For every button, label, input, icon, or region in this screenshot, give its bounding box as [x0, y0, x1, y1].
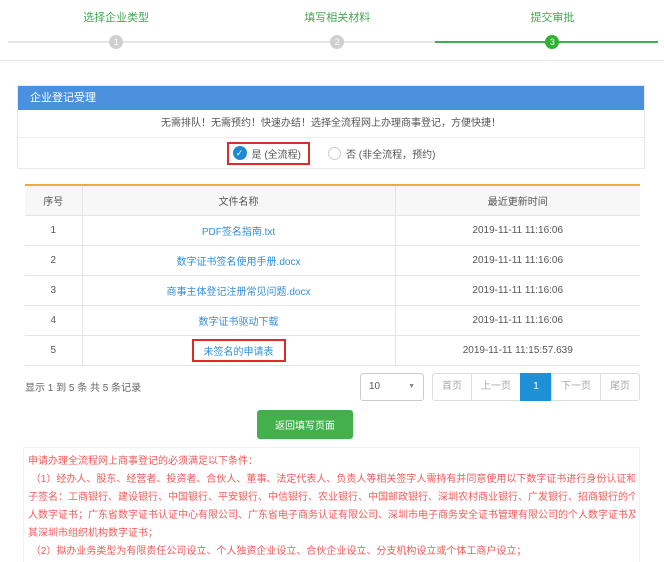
page: 选择企业类型 填写相关材料 提交审批 1 2 3 企业登记受理 无需排队！无需预…: [0, 0, 664, 562]
page-number-button[interactable]: 1: [520, 373, 552, 401]
cell-updated-time: 2019-11-11 11:16:06: [395, 245, 640, 275]
radio-unchecked-icon: [328, 147, 341, 160]
file-link[interactable]: 商事主体登记注册常见问题.docx: [167, 287, 311, 298]
cell-filename: 商事主体登记注册常见问题.docx: [82, 275, 395, 305]
cell-filename: 未签名的申请表: [82, 335, 395, 365]
cell-index: 3: [25, 275, 82, 305]
step-circle-2: 2: [330, 35, 344, 49]
table-row: 3 商事主体登记注册常见问题.docx 2019-11-11 11:16:06: [25, 275, 640, 305]
file-link[interactable]: PDF签名指南.txt: [202, 227, 275, 238]
button-row: 返回填写页面: [0, 410, 664, 439]
pagination-button[interactable]: 上一页: [471, 373, 521, 401]
cell-index: 1: [25, 215, 82, 245]
pagination-button[interactable]: 尾页: [600, 373, 640, 401]
back-to-fill-page-button[interactable]: 返回填写页面: [257, 410, 353, 439]
cell-index: 5: [25, 335, 82, 365]
file-link[interactable]: 数字证书驱动下载: [199, 317, 279, 328]
table-header-row: 序号 文件名称 最近更新时间: [25, 185, 640, 215]
cell-updated-time: 2019-11-11 11:16:06: [395, 305, 640, 335]
file-link[interactable]: 未签名的申请表: [192, 339, 286, 362]
col-header-index: 序号: [25, 185, 82, 215]
requirement-line: （1）经办人、股东、经营者、投资者、合伙人、董事、法定代表人、负责人等相关签字人…: [28, 471, 635, 489]
table-row: 4 数字证书驱动下载 2019-11-11 11:16:06: [25, 305, 640, 335]
table-row: 5 未签名的申请表 2019-11-11 11:15:57.639: [25, 335, 640, 365]
radio-not-full-process[interactable]: 否 (非全流程，预约): [328, 146, 435, 161]
col-header-updated: 最近更新时间: [395, 185, 640, 215]
table-row: 2 数字证书签名使用手册.docx 2019-11-11 11:16:06: [25, 245, 640, 275]
col-header-filename: 文件名称: [82, 185, 395, 215]
radio-full-process[interactable]: ✓ 是 (全流程): [227, 142, 310, 165]
radio-full-process-label: 是 (全流程): [252, 146, 301, 161]
panel-notice-text: 无需排队！无需预约！快速办结！选择全流程网上办理商事登记，方便快捷！: [18, 110, 644, 138]
divider: [0, 60, 664, 61]
requirement-line: 子签名：工商银行、建设银行、中国银行、平安银行、中信银行、农业银行、中国邮政银行…: [28, 489, 635, 507]
cell-index: 4: [25, 305, 82, 335]
step-circle-1: 1: [109, 35, 123, 49]
requirement-line: （2）拟办业务类型为有限责任公司设立、个人独资企业设立、合伙企业设立、分支机构设…: [28, 543, 635, 561]
pagination-button[interactable]: 首页: [432, 373, 472, 401]
requirement-line: 人数字证书；广东省数字证书认证中心有限公司、广东省电子商务认证有限公司、深圳市电…: [28, 507, 635, 525]
requirement-line: 申请办理全流程网上商事登记的必须满足以下条件：: [28, 453, 635, 471]
pagination-buttons: 首页上一页1下一页尾页: [432, 373, 640, 401]
pagination-button[interactable]: 下一页: [551, 373, 601, 401]
files-table-body: 1 PDF签名指南.txt 2019-11-11 11:16:06 2 数字证书签名使用…: [25, 215, 640, 365]
step-circle-3-active: 3: [545, 35, 559, 49]
requirements-notice: 申请办理全流程网上商事登记的必须满足以下条件： （1）经办人、股东、经营者、投资…: [23, 447, 640, 562]
file-link[interactable]: 数字证书签名使用手册.docx: [177, 257, 301, 268]
cell-filename: 数字证书驱动下载: [82, 305, 395, 335]
radio-not-full-process-label: 否 (非全流程，预约): [346, 146, 435, 161]
step-label-choose-type: 选择企业类型: [83, 9, 149, 25]
cell-updated-time: 2019-11-11 11:15:57.639: [395, 335, 640, 365]
panel-title: 企业登记受理: [18, 86, 644, 110]
records-summary: 显示 1 到 5 条 共 5 条记录: [25, 379, 141, 394]
process-mode-radios: ✓ 是 (全流程) 否 (非全流程，预约): [18, 138, 644, 168]
cell-filename: 数字证书签名使用手册.docx: [82, 245, 395, 275]
page-size-value: 10: [369, 381, 380, 392]
step-indicator: 选择企业类型 填写相关材料 提交审批 1 2 3: [0, 0, 664, 60]
cell-filename: PDF签名指南.txt: [82, 215, 395, 245]
pagination: 10 ▼ 首页上一页1下一页尾页: [360, 373, 640, 401]
page-size-select[interactable]: 10 ▼: [360, 373, 424, 401]
table-row: 1 PDF签名指南.txt 2019-11-11 11:16:06: [25, 215, 640, 245]
step-label-submit-approval: 提交审批: [530, 9, 574, 25]
files-table: 序号 文件名称 最近更新时间 1 PDF签名指南.txt 2019-11-11 11…: [25, 184, 640, 366]
table-footer: 显示 1 到 5 条 共 5 条记录 10 ▼ 首页上一页1下一页尾页: [25, 372, 640, 402]
cell-updated-time: 2019-11-11 11:16:06: [395, 215, 640, 245]
cell-index: 2: [25, 245, 82, 275]
cell-updated-time: 2019-11-11 11:16:06: [395, 275, 640, 305]
radio-checked-icon: ✓: [233, 146, 247, 160]
chevron-down-icon: ▼: [408, 383, 415, 390]
requirement-line: 其深圳市组织机构数字证书；: [28, 525, 635, 543]
registration-panel: 企业登记受理 无需排队！无需预约！快速办结！选择全流程网上办理商事登记，方便快捷…: [17, 85, 645, 169]
step-label-fill-materials: 填写相关材料: [304, 9, 370, 25]
